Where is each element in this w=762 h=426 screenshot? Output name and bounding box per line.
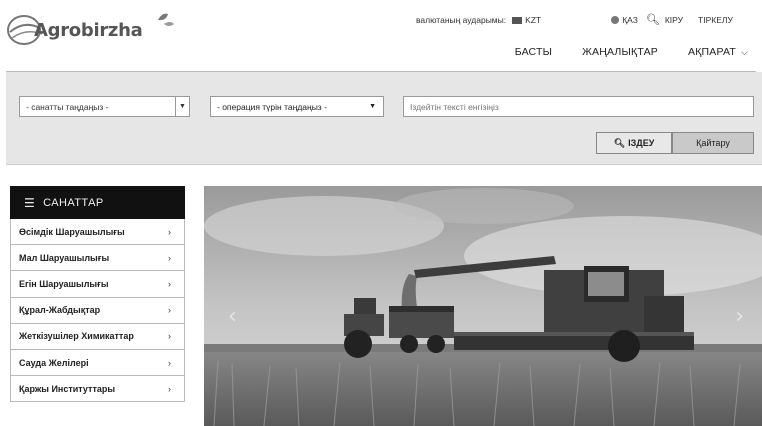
chevron-right-icon: › xyxy=(168,331,171,342)
hamburger-icon: ☰ xyxy=(24,195,36,210)
operation-select[interactable]: - операция түрін таңдаңыз - ▼ xyxy=(210,96,384,117)
sidebar-item-equipment[interactable]: Құрал-Жабдықтар › xyxy=(10,297,185,324)
search-button[interactable]: 🔍︎ ІЗДЕУ xyxy=(596,132,672,154)
chevron-right-icon: › xyxy=(168,226,171,237)
search-button-label: ІЗДЕУ xyxy=(628,138,655,148)
language-selector[interactable]: ҚАЗ xyxy=(622,15,638,25)
categories-sidebar: ☰ САНАТТАР Өсімдік Шаруашылығы › Мал Шару… xyxy=(10,186,185,403)
flag-icon xyxy=(512,16,523,24)
dropdown-arrow-icon[interactable]: ▼ xyxy=(175,97,189,116)
sidebar-item-livestock[interactable]: Мал Шаруашылығы › xyxy=(10,245,185,272)
harvest-photo xyxy=(204,186,762,426)
sidebar-item-chemical-suppliers[interactable]: Жеткізушілер Химикаттар › xyxy=(10,323,185,350)
chevron-right-icon: › xyxy=(168,383,171,394)
sidebar-item-retail-chains[interactable]: Сауда Желілері › xyxy=(10,349,185,377)
search-input[interactable] xyxy=(403,96,754,117)
nav-info[interactable]: АҚПАРАТ ⌵ xyxy=(688,46,748,58)
login-icon[interactable]: 🔍︎ xyxy=(646,14,660,26)
nav-home[interactable]: БАСТЫ xyxy=(515,46,552,58)
chevron-down-icon: ⌵ xyxy=(740,47,748,57)
category-select-value: - санатты таңдаңыз - xyxy=(26,101,109,112)
sidebar-item-label: Мал Шаруашылығы xyxy=(19,252,110,263)
site-logo[interactable]: Agrobirzha xyxy=(6,6,174,48)
search-panel: - санатты таңдаңыз - ▼ - операция түрін … xyxy=(6,72,762,165)
sidebar-header: ☰ САНАТТАР xyxy=(10,186,185,219)
sidebar-item-financial-institutions[interactable]: Қаржы Институттары › xyxy=(10,376,185,403)
sidebar-item-crop-farming[interactable]: Егін Шаруашылығы › xyxy=(10,271,185,298)
chevron-right-icon: › xyxy=(168,252,171,263)
sidebar-item-label: Сауда Желілері xyxy=(19,357,89,368)
sidebar-item-label: Егін Шаруашылығы xyxy=(19,278,109,289)
chevron-right-icon: › xyxy=(168,278,171,289)
login-link[interactable]: КІРУ xyxy=(665,15,683,25)
nav-info-label: АҚПАРАТ xyxy=(688,46,736,58)
sidebar-item-label: Құрал-Жабдықтар xyxy=(19,305,101,316)
dropdown-arrow-icon: ▼ xyxy=(369,103,376,110)
chevron-right-icon: › xyxy=(168,357,171,368)
reset-button[interactable]: Қайтару xyxy=(672,132,754,154)
globe-icon xyxy=(611,16,620,24)
chevron-right-icon: › xyxy=(168,305,171,316)
main-nav: БАСТЫ ЖАҢАЛЫҚТАР АҚПАРАТ ⌵ xyxy=(485,46,748,58)
sidebar-title: САНАТТАР xyxy=(43,196,104,209)
register-link[interactable]: ТІРКЕЛУ xyxy=(698,15,733,25)
hero-carousel[interactable]: ‹ › xyxy=(204,186,762,426)
sidebar-item-label: Өсімдік Шаруашылығы xyxy=(19,226,125,237)
operation-select-value: - операция түрін таңдаңыз - xyxy=(217,101,327,112)
top-utility-bar: валютаның аударымы: KZT ҚАЗ 🔍︎ КІРУ ТІРК… xyxy=(416,13,756,27)
currency-label: валютаның аударымы: xyxy=(416,15,507,25)
category-select[interactable]: - санатты таңдаңыз - ▼ xyxy=(19,96,190,117)
sidebar-item-label: Жеткізушілер Химикаттар xyxy=(19,331,134,342)
carousel-next-icon[interactable]: › xyxy=(735,304,744,329)
sidebar-item-plant-growing[interactable]: Өсімдік Шаруашылығы › xyxy=(10,219,185,246)
sidebar-item-label: Қаржы Институттары xyxy=(19,383,116,394)
nav-news[interactable]: ЖАҢАЛЫҚТАР xyxy=(582,46,658,58)
currency-selector[interactable]: KZT xyxy=(525,15,541,25)
carousel-prev-icon[interactable]: ‹ xyxy=(228,304,237,329)
logo-text: Agrobirzha xyxy=(34,20,143,41)
search-icon: 🔍︎ xyxy=(613,137,626,148)
